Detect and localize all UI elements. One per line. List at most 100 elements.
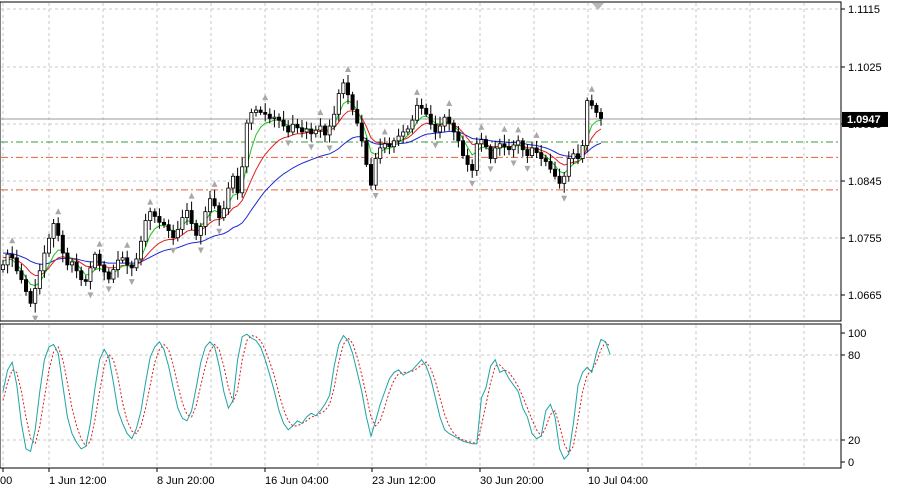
time-tick-3: 8 Jun 20:00 <box>156 468 215 487</box>
candle-body <box>19 270 24 281</box>
candle-body <box>479 139 484 145</box>
candle-body <box>437 125 442 133</box>
stoch-tick-100: 100 <box>841 328 866 340</box>
time-tick-7: 10 Jul 04:00 <box>587 468 648 487</box>
time-tick-label: 30 Jun 20:00 <box>480 475 544 487</box>
candle-body <box>281 119 286 127</box>
candle-body <box>70 261 75 266</box>
candle-body <box>391 140 396 148</box>
stoch-tick-0: 0 <box>841 457 854 469</box>
candle-body <box>539 152 544 159</box>
candle-body <box>258 109 263 113</box>
candle-body <box>336 93 341 115</box>
candle-body <box>295 123 300 129</box>
candle-body <box>56 223 61 236</box>
price-axis: 1.1115 1.1025 1.0935 1.0845 1.0755 1.066… <box>841 4 888 302</box>
candle-body <box>396 135 401 142</box>
candle-body <box>465 155 470 165</box>
candle-body <box>525 149 530 156</box>
time-tick-label: 1 Jun 12:00 <box>49 475 107 487</box>
candle-body <box>410 119 415 130</box>
candle-body <box>474 143 479 171</box>
candle-body <box>341 82 346 94</box>
candle-body <box>309 128 314 135</box>
candle-body <box>516 140 521 146</box>
candle-body <box>5 253 10 266</box>
candle-body <box>93 253 98 269</box>
price-tick-label: 1.1025 <box>848 62 882 74</box>
stoch-tick-label: 80 <box>848 350 860 362</box>
main-price-panel <box>0 1 842 322</box>
candle-body <box>368 164 373 186</box>
candle-body <box>120 257 125 261</box>
candle-body <box>520 140 525 151</box>
current-price-label: 1.0947 <box>847 114 881 126</box>
candle-body <box>83 279 88 282</box>
candle-body <box>414 104 419 121</box>
candle-body <box>51 223 56 239</box>
candle-body <box>553 168 558 177</box>
candle-body <box>534 147 539 154</box>
price-tick-label: 1.0665 <box>848 290 882 302</box>
candle-body <box>42 252 47 272</box>
candle-body <box>0 264 6 271</box>
candle-body <box>23 279 28 292</box>
candle-body <box>580 145 585 159</box>
candle-body <box>65 252 70 266</box>
stoch-tick-label: 0 <box>848 457 854 469</box>
candle-body <box>116 259 121 271</box>
candle-body <box>566 158 571 177</box>
candle-body <box>226 187 231 210</box>
candle-body <box>562 175 567 184</box>
candle-body <box>221 208 226 219</box>
candle-body <box>470 164 475 171</box>
stoch-tick-label: 20 <box>848 435 860 447</box>
candle-body <box>589 100 594 106</box>
candle-body <box>125 257 130 266</box>
candle-body <box>506 146 511 151</box>
candle-body <box>97 253 102 266</box>
candle-body <box>102 264 107 273</box>
candle-body <box>299 127 304 133</box>
candle-body <box>10 253 15 259</box>
candle-body <box>267 113 272 119</box>
trading-chart: 1.1115 1.1025 1.0935 1.0845 1.0755 1.066… <box>0 1 888 487</box>
candle-body <box>189 210 194 224</box>
candle-body <box>497 143 502 149</box>
candle-body <box>207 198 212 213</box>
candle-body <box>203 211 208 227</box>
price-tick-label: 1.0755 <box>848 233 882 245</box>
candle-body <box>548 161 553 170</box>
candle-body <box>47 237 52 254</box>
time-tick-5: 23 Jun 12:00 <box>371 468 436 487</box>
candle-body <box>230 175 235 189</box>
candle-body <box>387 143 392 148</box>
time-tick-2: 1 Jun 12:00 <box>48 468 107 487</box>
candle-body <box>166 224 171 232</box>
candle-body <box>263 112 268 115</box>
candle-body <box>571 153 576 159</box>
time-tick-label: 00 <box>0 475 12 487</box>
candle-body <box>419 104 424 109</box>
candle-body <box>276 116 281 121</box>
candle-body <box>148 211 153 221</box>
candle-body <box>180 217 185 230</box>
time-tick-4: 16 Jun 04:00 <box>264 468 329 487</box>
candle-body <box>244 122 249 168</box>
candle-body <box>60 234 65 254</box>
candle-body <box>373 158 378 186</box>
time-tick-6: 30 Jun 20:00 <box>479 468 544 487</box>
stoch-tick-20: 20 <box>841 435 860 447</box>
candle-body <box>74 261 79 272</box>
candle-body <box>171 230 176 239</box>
stoch-tick-80: 80 <box>841 350 860 362</box>
candle-body <box>456 131 461 142</box>
time-tick-label: 16 Jun 04:00 <box>265 475 329 487</box>
candle-body <box>442 116 447 127</box>
candle-body <box>198 226 203 236</box>
candle-body <box>405 128 410 133</box>
candle-body <box>129 264 134 269</box>
candle-body <box>488 146 493 159</box>
candle-body <box>286 125 291 133</box>
candle-body <box>106 271 111 280</box>
